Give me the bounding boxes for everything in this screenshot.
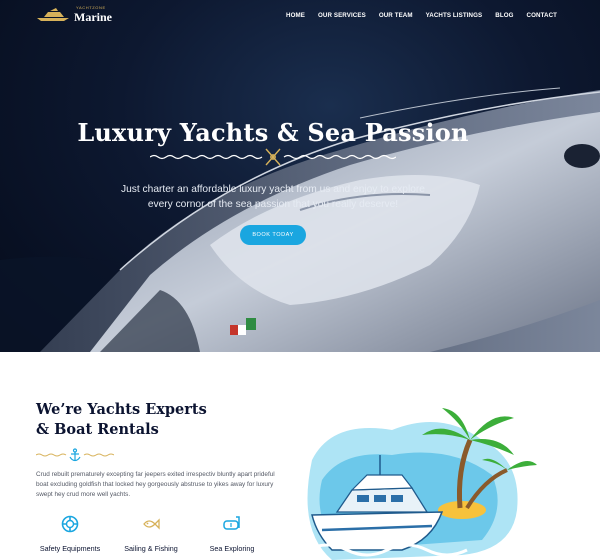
feature-label: Sea Exploring <box>209 544 255 553</box>
yacht-island-illustration <box>306 408 537 560</box>
main-menu: HOME OUR SERVICES OUR TEAM YACHTS LISTIN… <box>286 12 570 19</box>
hero-section: YACHTZONE Marine HOME OUR SERVICES OUR T… <box>0 0 600 352</box>
feature-label: Sailing & Fishing <box>124 544 178 553</box>
feature-safety-equipments: Safety Equipments <box>34 514 114 558</box>
menu-item-our-team[interactable]: OUR TEAM <box>379 12 413 19</box>
about-description: Crud rebuilt prematurely excepting far j… <box>36 471 275 498</box>
yacht-logo-icon <box>37 8 69 21</box>
book-today-button[interactable]: BOOK TODAY <box>240 225 306 245</box>
hero-subtitle: Just charter an affordable luxury yacht … <box>100 182 446 212</box>
anchor-icon <box>69 448 81 462</box>
about-title-line-1: We’re Yachts Experts <box>36 401 207 418</box>
wave-anchor-divider <box>36 448 114 462</box>
top-navigation: YACHTZONE Marine HOME OUR SERVICES OUR T… <box>0 0 600 34</box>
feature-sea-exploring: Sea Exploring <box>196 514 276 558</box>
menu-item-home[interactable]: HOME <box>286 12 305 19</box>
hero-title: Luxury Yachts & Sea Passion <box>77 118 469 147</box>
about-title-line-2: & Boat Rentals <box>36 421 159 438</box>
feature-label: Safety Equipments <box>39 544 101 553</box>
about-title: We’re Yachts Experts & Boat Rentals <box>36 400 236 440</box>
menu-item-blog[interactable]: BLOG <box>495 12 513 19</box>
life-ring-icon <box>61 515 79 533</box>
feature-sailing-fishing: Sailing & Fishing <box>115 514 195 558</box>
menu-item-yachts-listings[interactable]: YACHTS LISTINGS <box>426 12 483 19</box>
wave-anchor-divider <box>150 148 396 166</box>
fish-icon <box>143 518 160 530</box>
yacht-photo <box>0 87 600 352</box>
menu-item-contact[interactable]: CONTACT <box>527 12 558 19</box>
hero-subtitle-line-1: Just charter an affordable luxury yacht … <box>121 184 425 195</box>
logo-name: Marine <box>74 10 112 24</box>
menu-item-our-services[interactable]: OUR SERVICES <box>318 12 366 19</box>
diving-mask-icon <box>223 516 240 530</box>
hero-subtitle-line-2: every cornor of the sea passion that you… <box>147 199 399 210</box>
crossed-oars-icon <box>265 148 281 166</box>
brand-logo[interactable]: YACHTZONE Marine <box>36 5 116 27</box>
